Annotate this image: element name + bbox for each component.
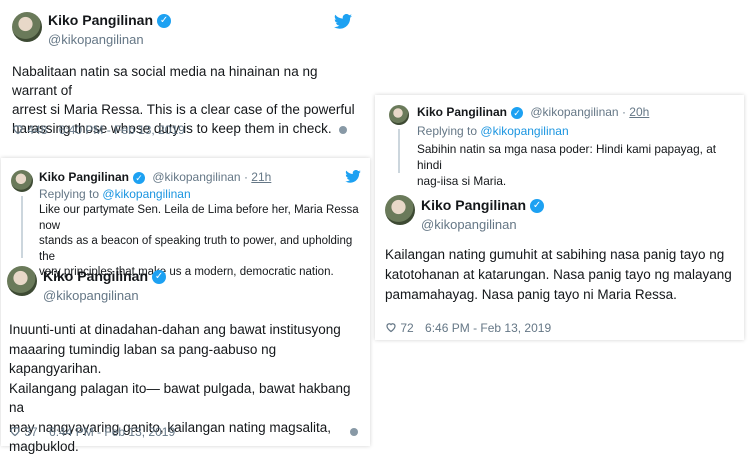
verified-badge-icon: ✓ — [511, 106, 524, 119]
tweet-card-2: Kiko Pangilinan ✓ @kikopangilinan · 21h R… — [1, 158, 370, 454]
author-name[interactable]: Kiko Pangilinan — [421, 197, 526, 213]
thread-line — [398, 129, 400, 173]
twitter-bird-icon[interactable] — [345, 170, 361, 183]
timestamp[interactable]: 6:44 PM - Feb 13, 2019 — [49, 425, 175, 439]
replying-to-link[interactable]: @kikopangilinan — [480, 124, 568, 138]
timestamp[interactable]: 6:46 PM - Feb 13, 2019 — [425, 321, 551, 335]
replying-to: Replying to @kikopangilinan — [417, 124, 569, 138]
reply-header: Kiko Pangilinan ✓ @kikopangilinan · 20h — [417, 105, 650, 119]
author-handle[interactable]: @kikopangilinan — [48, 32, 171, 47]
author-name[interactable]: Kiko Pangilinan — [43, 268, 148, 284]
replying-to-link[interactable]: @kikopangilinan — [102, 187, 190, 201]
twitter-bird-icon[interactable] — [334, 14, 352, 29]
verified-badge-icon: ✓ — [152, 269, 167, 284]
author-name[interactable]: Kiko Pangilinan — [417, 105, 507, 119]
heart-icon[interactable] — [12, 123, 24, 135]
author-handle[interactable]: @kikopangilinan — [421, 217, 544, 232]
tweet-text-line: stands as a beacon of speaking truth to … — [39, 235, 353, 263]
tweet-text-line: Sabihin natin sa mga nasa poder: Hindi k… — [417, 142, 717, 172]
replying-to: Replying to @kikopangilinan — [39, 187, 191, 201]
tweet-text-line: Nabalitaan natin sa social media na hina… — [12, 64, 318, 98]
timestamp[interactable]: 6:40 PM - Feb 13, 2019 — [59, 123, 185, 137]
tweet-text-line: katotohanan at katarungan. Nasa panig ta… — [385, 267, 732, 282]
avatar[interactable] — [12, 12, 42, 42]
avatar[interactable] — [7, 266, 37, 296]
tweet-text-line: maaaring tumindig laban sa pang-aabuso n… — [9, 341, 277, 377]
reply-header: Kiko Pangilinan ✓ @kikopangilinan · 21h — [39, 170, 272, 184]
thread-line — [21, 196, 23, 258]
author-handle[interactable]: @kikopangilinan — [530, 105, 618, 119]
tweet-text-line: arrest si Maria Ressa. This is a clear c… — [12, 102, 355, 117]
tweet-card-3: Kiko Pangilinan ✓ @kikopangilinan · 20h R… — [375, 95, 744, 340]
verified-badge-icon: ✓ — [133, 171, 146, 184]
author-handle[interactable]: @kikopangilinan — [43, 288, 166, 303]
avatar[interactable] — [385, 195, 415, 225]
verified-badge-icon: ✓ — [530, 198, 545, 213]
tweet-text-line: nag-iisa si Maria. — [417, 174, 507, 188]
tweet-footer: 72 6:46 PM - Feb 13, 2019 — [385, 321, 551, 335]
tweet-footer: 37 6:44 PM - Feb 13, 2019 — [9, 425, 175, 439]
tweet-text-line: Kailangang palagan ito— bawat pulgada, b… — [9, 380, 351, 416]
heart-icon[interactable] — [385, 321, 397, 333]
avatar[interactable] — [11, 170, 33, 192]
author-name[interactable]: Kiko Pangilinan — [39, 170, 129, 184]
author-block: Kiko Pangilinan ✓ @kikopangilinan — [48, 12, 172, 47]
tweet-footer: 448 6:40 PM - Feb 13, 2019 — [12, 123, 185, 137]
tweet-text-line: magbuklod. — [9, 439, 79, 454]
like-count[interactable]: 37 — [24, 425, 37, 439]
author-name[interactable]: Kiko Pangilinan — [48, 12, 153, 28]
author-block: Kiko Pangilinan ✓ @kikopangilinan — [421, 197, 545, 232]
author-block: Kiko Pangilinan ✓ @kikopangilinan — [43, 268, 167, 303]
avatar[interactable] — [389, 105, 409, 125]
tweet-text: Kailangan nating gumuhit at sabihing nas… — [385, 245, 740, 305]
like-count[interactable]: 72 — [400, 321, 413, 335]
tweet-card-1: Kiko Pangilinan ✓ @kikopangilinan Nabalit… — [0, 0, 370, 148]
info-icon[interactable] — [339, 126, 347, 134]
relative-time[interactable]: 20h — [629, 105, 649, 119]
info-icon[interactable] — [350, 428, 358, 436]
verified-badge-icon: ✓ — [157, 13, 172, 28]
like-count[interactable]: 448 — [27, 123, 47, 137]
tweet-text-line: Inuunti-unti at dinadahan-dahan ang bawa… — [9, 322, 341, 337]
reply-text: Sabihin natin sa mga nasa poder: Hindi k… — [417, 141, 737, 189]
tweet-text-line: Like our partymate Sen. Leila de Lima be… — [39, 204, 359, 232]
author-handle[interactable]: @kikopangilinan — [152, 170, 240, 184]
tweet-text-line: Kailangan nating gumuhit at sabihing nas… — [385, 247, 725, 262]
tweet-text-line: pamamahayag. Nasa panig tayo ni Maria Re… — [385, 287, 677, 302]
relative-time[interactable]: 21h — [251, 170, 271, 184]
heart-icon[interactable] — [9, 425, 21, 437]
